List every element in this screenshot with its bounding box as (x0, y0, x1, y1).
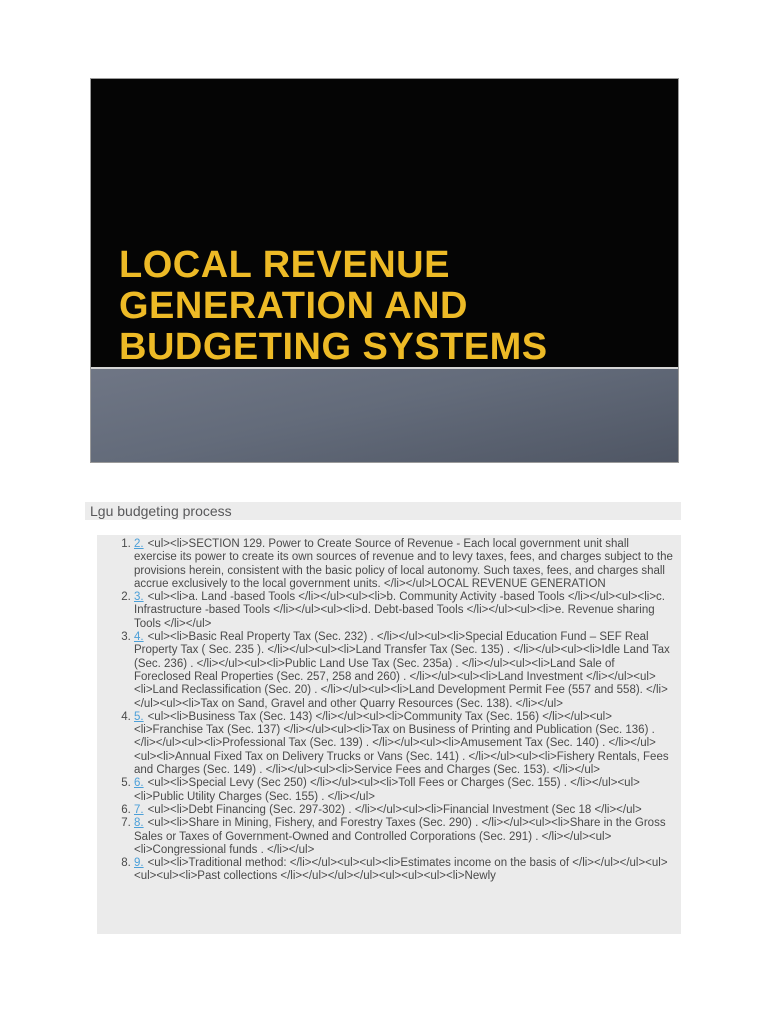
list-item-text: <ul><li>Basic Real Property Tax (Sec. 23… (134, 631, 670, 710)
document-page: { "slide": { "title_lines": ["LOCAL REVE… (0, 0, 768, 1024)
footnote-link[interactable]: 3. (134, 591, 144, 603)
list-item: 7.<ul><li>Debt Financing (Sec. 297-302) … (134, 804, 673, 817)
list-item: 3.<ul><li>a. Land -based Tools </li></ul… (134, 591, 673, 631)
list-item: 9.<ul><li>Traditional method: </li></ul>… (134, 857, 673, 884)
slide-title: LOCAL REVENUE GENERATION AND BUDGETING S… (119, 245, 548, 368)
slide-gradient-band (91, 369, 678, 462)
list-item: 5.<ul><li>Business Tax (Sec. 143) </li><… (134, 711, 673, 777)
list-item: 8.<ul><li>Share in Mining, Fishery, and … (134, 817, 673, 857)
slide-title-line: GENERATION AND (119, 285, 468, 327)
footnote-link[interactable]: 7. (134, 804, 144, 816)
list-item: 2.<ul><li>SECTION 129. Power to Create S… (134, 538, 673, 591)
slide-black-area: LOCAL REVENUE GENERATION AND BUDGETING S… (91, 79, 678, 368)
footnote-link[interactable]: 4. (134, 631, 144, 643)
footnote-link[interactable]: 5. (134, 711, 144, 723)
list-item: 6.<ul><li>Special Levy (Sec 250) </li></… (134, 777, 673, 804)
list-item-text: <ul><li>SECTION 129. Power to Create Sou… (134, 538, 673, 590)
content-list-panel: 2.<ul><li>SECTION 129. Power to Create S… (97, 535, 681, 934)
list-item-text: <ul><li>Special Levy (Sec 250) </li></ul… (134, 777, 640, 803)
list-item-text: <ul><li>a. Land -based Tools </li></ul><… (134, 591, 665, 630)
list-item-text: <ul><li>Traditional method: </li></ul><u… (134, 857, 668, 883)
slide-title-line: BUDGETING SYSTEMS (119, 326, 548, 368)
footnote-link[interactable]: 9. (134, 857, 144, 869)
list-item-text: <ul><li>Business Tax (Sec. 143) </li></u… (134, 710, 669, 777)
section-heading: Lgu budgeting process (85, 502, 681, 520)
list-item: 4.<ul><li>Basic Real Property Tax (Sec. … (134, 631, 673, 711)
slide-thumbnail: LOCAL REVENUE GENERATION AND BUDGETING S… (90, 78, 679, 463)
footnote-link[interactable]: 6. (134, 777, 144, 789)
footnote-link[interactable]: 8. (134, 817, 144, 829)
slide-title-line: LOCAL REVENUE (119, 244, 450, 286)
list-item-text: <ul><li>Debt Financing (Sec. 297-302) . … (147, 803, 642, 816)
list-item-text: <ul><li>Share in Mining, Fishery, and Fo… (134, 817, 666, 856)
numbered-list: 2.<ul><li>SECTION 129. Power to Create S… (97, 538, 673, 884)
footnote-link[interactable]: 2. (134, 538, 144, 550)
